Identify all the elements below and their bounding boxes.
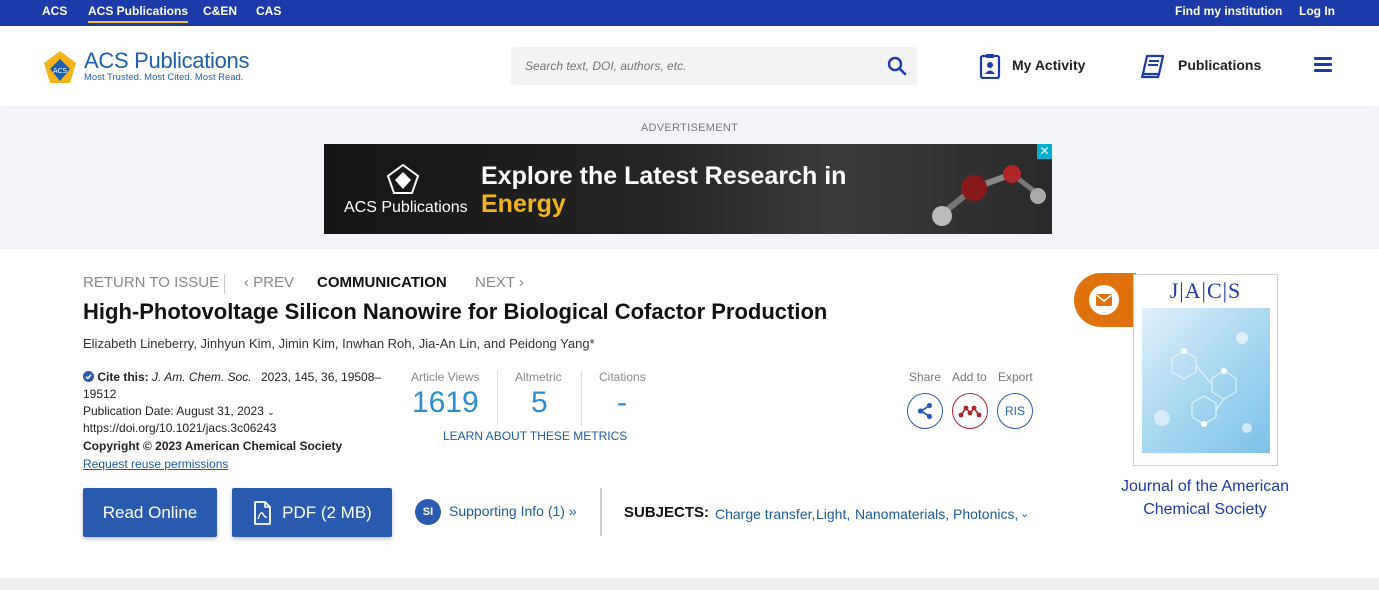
ad-headline-highlight: Energy [481,190,566,218]
advertisement-banner[interactable]: ACS Publications Explore the Latest Rese… [324,144,1052,234]
metric-divider [581,370,582,426]
envelope-icon [1089,285,1119,315]
vertical-divider [600,488,602,536]
mendeley-icon [958,405,982,418]
learn-metrics-link[interactable]: LEARN ABOUT THESE METRICS [443,429,627,443]
pdf-button-label: PDF (2 MB) [282,502,372,522]
publication-date[interactable]: Publication Date: August 31, 2023 ⌄ [83,404,275,418]
cover-title: J|A|C|S [1169,278,1242,303]
check-circle-icon [83,371,94,382]
citations-value: - [617,386,627,419]
pdf-button[interactable]: PDF (2 MB) [232,488,392,537]
subject-link[interactable]: Charge transfer, [715,506,815,522]
share-icon [917,402,933,420]
top-nav-bar: ACS ACS Publications C&EN CAS Find my in… [0,0,1379,26]
login-link[interactable]: Log In [1299,4,1335,18]
acs-hexagon-icon: ACS [44,51,76,83]
publication-date-text: Publication Date: August 31, 2023 [83,404,264,418]
logo-tagline: Most Trusted. Most Cited. Most Read. [84,72,244,83]
clipboard-user-icon [979,54,1001,79]
add-to-button[interactable] [952,393,988,429]
read-online-button[interactable]: Read Online [83,488,217,537]
altmetric-value[interactable]: 5 [531,386,548,420]
article-views-label: Article Views [411,370,480,384]
cite-pages: 19512 [83,387,117,401]
article-views-value: 1619 [412,386,479,419]
acs-publications-logo[interactable]: ACS ACS Publications Most Trusted. Most … [42,48,272,88]
subject-link[interactable]: Photonics, [953,506,1018,522]
topbar-link-cas[interactable]: CAS [256,4,281,18]
publications-label: Publications [1178,57,1262,73]
email-alert-button[interactable] [1074,273,1136,327]
advertisement-label: ADVERTISEMENT [640,122,739,134]
cite-label: Cite this: [97,370,149,384]
acs-logo-icon [386,164,420,194]
supporting-info-link[interactable]: Supporting Info (1) » [449,503,577,519]
metric-divider [497,370,498,426]
cover-art [1142,308,1270,453]
publications-button[interactable]: Publications [1140,53,1262,79]
ad-brand: ACS Publications [344,199,468,216]
share-label: Share [909,370,942,384]
topbar-link-cen[interactable]: C&EN [203,4,237,18]
site-header: ACS ACS Publications Most Trusted. Most … [0,26,1379,106]
export-label: Export [998,370,1033,384]
find-institution-link[interactable]: Find my institution [1175,4,1282,18]
pdf-file-icon [254,500,272,525]
supporting-info-badge[interactable]: SI [415,499,441,525]
altmetric-label: Altmetric [515,370,562,384]
search-input[interactable] [525,57,865,75]
menu-icon[interactable] [1314,57,1332,73]
ad-headline: Explore the Latest Research in [481,162,847,190]
journal-cover[interactable]: J|A|C|S [1133,274,1278,466]
subject-link[interactable]: Nanomaterials, [855,506,949,522]
doi-link[interactable]: https://doi.org/10.1021/jacs.3c06243 [83,421,276,435]
citation-block: Cite this: J. Am. Chem. Soc. 2023, 145, … [83,370,381,384]
prev-article-link[interactable]: ‹ PREV [244,274,294,291]
page-divider [0,578,1379,590]
citations-label: Citations [599,370,646,384]
svg-text:ACS: ACS [53,67,68,75]
molecule-graphic [1154,332,1252,433]
article-title: High-Photovoltage Silicon Nanowire for B… [83,299,828,324]
subject-link[interactable]: Light, [816,506,850,522]
add-to-label: Add to [952,370,987,384]
ad-close-icon[interactable]: ✕ [1037,144,1052,159]
author-list[interactable]: Elizabeth Lineberry, Jinhyun Kim, Jimin … [83,336,595,351]
cite-journal: J. Am. Chem. Soc. [152,370,252,384]
logo-title: ACS Publications [84,48,250,73]
molecule-graphic [932,165,1046,226]
chevron-down-icon[interactable]: ⌄ [1020,507,1029,520]
share-button[interactable] [907,393,943,429]
reuse-permissions-link[interactable]: Request reuse permissions [83,457,228,471]
search-box [511,47,917,85]
export-ris-button[interactable]: RIS [997,393,1033,429]
topbar-link-acs[interactable]: ACS [42,4,67,18]
topbar-link-acs-publications[interactable]: ACS Publications [88,4,189,23]
chevron-down-icon: ⌄ [267,407,275,417]
next-article-link[interactable]: NEXT › [475,274,524,291]
subjects-label: SUBJECTS: [624,504,710,521]
journal-name-link[interactable]: Journal of the American Chemical Society [1110,475,1300,521]
breadcrumb-divider [224,274,225,294]
book-icon [1140,54,1165,79]
cite-details: 2023, 145, 36, 19508– [260,370,382,384]
copyright: Copyright © 2023 American Chemical Socie… [83,439,343,453]
return-to-issue-link[interactable]: RETURN TO ISSUE [83,274,219,291]
my-activity-button[interactable]: My Activity [979,53,1089,79]
my-activity-label: My Activity [1012,57,1086,73]
article-type: COMMUNICATION [317,274,447,291]
search-icon[interactable] [887,56,907,76]
advertisement-zone: ADVERTISEMENT ACS Publications Explore t… [0,108,1379,249]
